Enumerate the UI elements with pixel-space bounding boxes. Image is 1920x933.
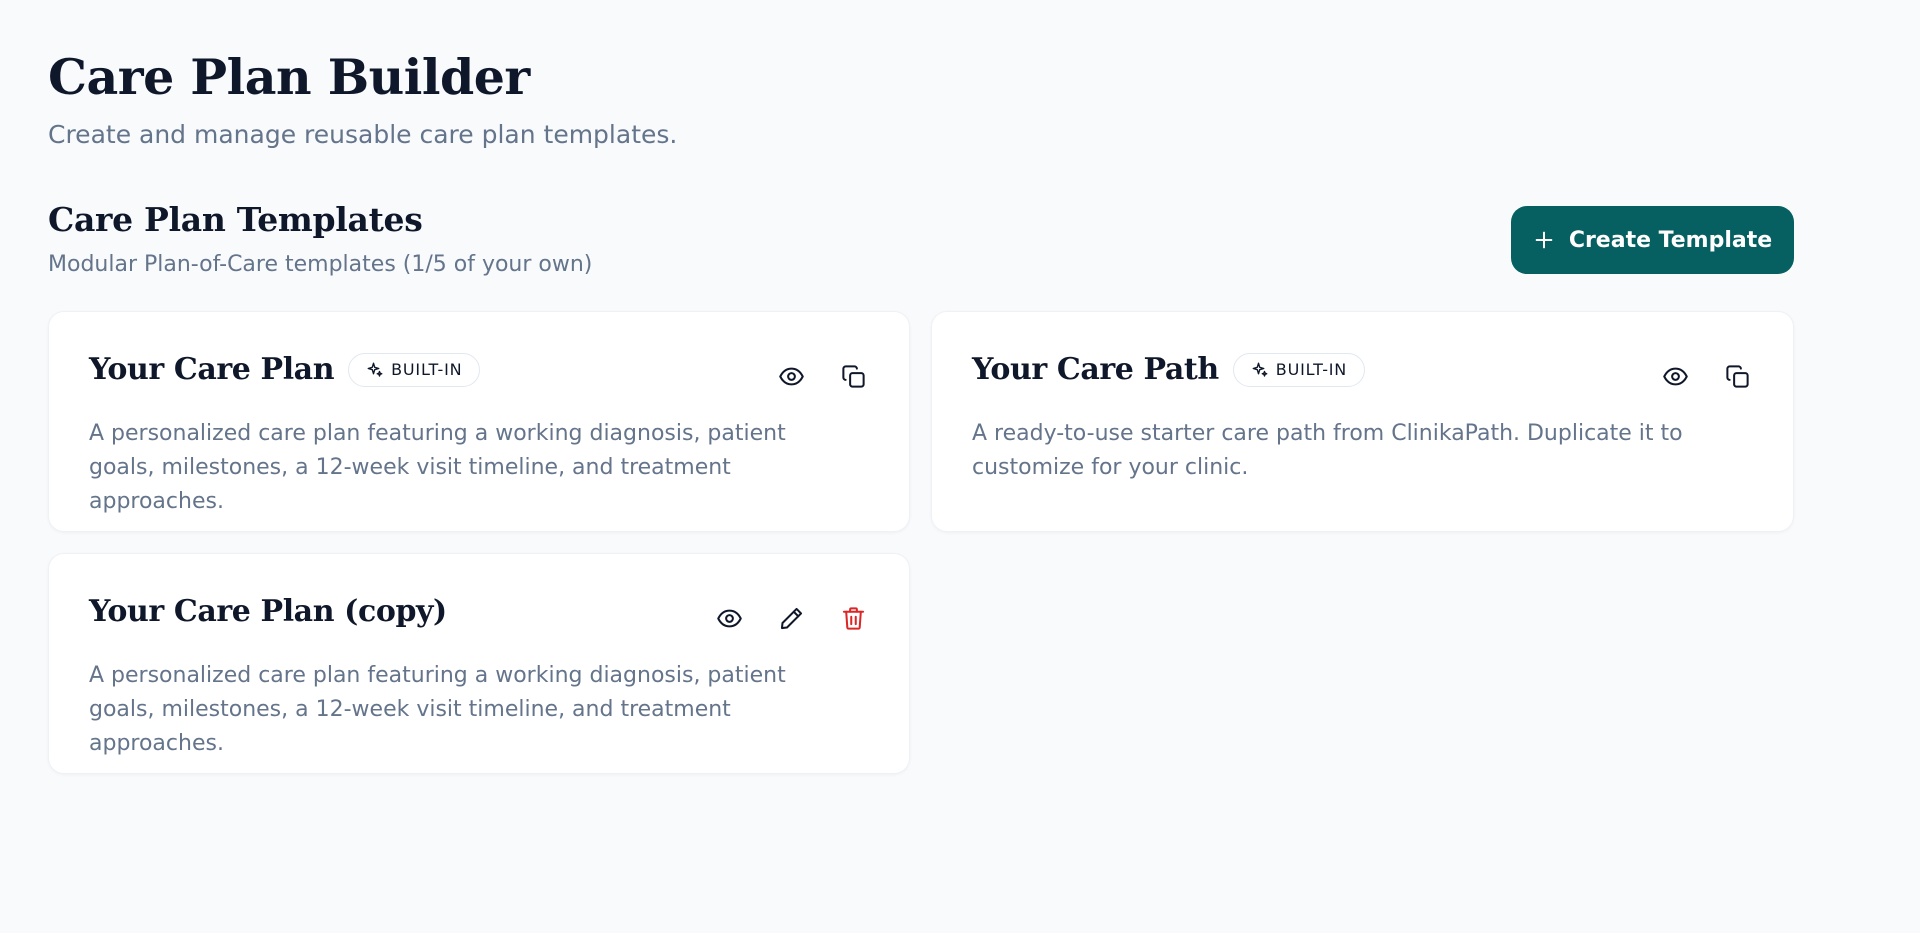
trash-icon (842, 606, 864, 630)
copy-icon (1725, 364, 1749, 388)
template-card: Your Care Path BUILT-IN A ready-to-use s… (931, 311, 1794, 532)
plus-icon (1533, 229, 1555, 251)
view-button[interactable] (1655, 356, 1695, 396)
badge-label: BUILT-IN (1275, 360, 1348, 379)
delete-button[interactable] (833, 598, 873, 638)
edit-button[interactable] (771, 598, 811, 638)
create-template-label: Create Template (1568, 227, 1773, 253)
copy-icon (841, 364, 865, 388)
page-title: Care Plan Builder (48, 48, 530, 106)
template-card: Your Care Plan BUILT-IN A personalized c… (48, 311, 910, 532)
built-in-badge: BUILT-IN (348, 352, 481, 387)
view-button[interactable] (709, 598, 749, 638)
duplicate-button[interactable] (833, 356, 873, 396)
template-description: A personalized care plan featuring a wor… (89, 421, 786, 514)
section-title: Care Plan Templates (48, 200, 423, 239)
page-subtitle: Create and manage reusable care plan tem… (48, 120, 678, 149)
template-actions (1655, 356, 1757, 396)
template-title: Your Care Plan (copy) (89, 594, 447, 629)
sparkle-icon (1252, 362, 1268, 377)
template-actions (771, 356, 873, 396)
create-template-button[interactable]: Create Template (1511, 206, 1794, 274)
eye-icon (778, 367, 804, 385)
template-description: A personalized care plan featuring a wor… (89, 663, 786, 756)
eye-icon (716, 609, 742, 627)
view-button[interactable] (771, 356, 811, 396)
sparkle-icon (367, 362, 383, 377)
pencil-icon (780, 607, 802, 629)
badge-label: BUILT-IN (391, 360, 463, 379)
template-card-header: Your Care Plan (copy) (89, 594, 447, 629)
template-title: Your Care Plan (89, 352, 335, 387)
template-title: Your Care Path (972, 352, 1219, 387)
template-card-header: Your Care Path BUILT-IN (972, 352, 1366, 387)
built-in-badge: BUILT-IN (1232, 352, 1366, 387)
template-actions (709, 598, 873, 638)
template-description: A ready-to-use starter care path from Cl… (972, 421, 1683, 480)
template-card: Your Care Plan (copy) A personalized car… (48, 553, 910, 774)
duplicate-button[interactable] (1717, 356, 1757, 396)
eye-icon (1662, 367, 1688, 385)
template-card-header: Your Care Plan BUILT-IN (89, 352, 481, 387)
section-subtitle: Modular Plan-of-Care templates (1/5 of y… (48, 252, 593, 277)
